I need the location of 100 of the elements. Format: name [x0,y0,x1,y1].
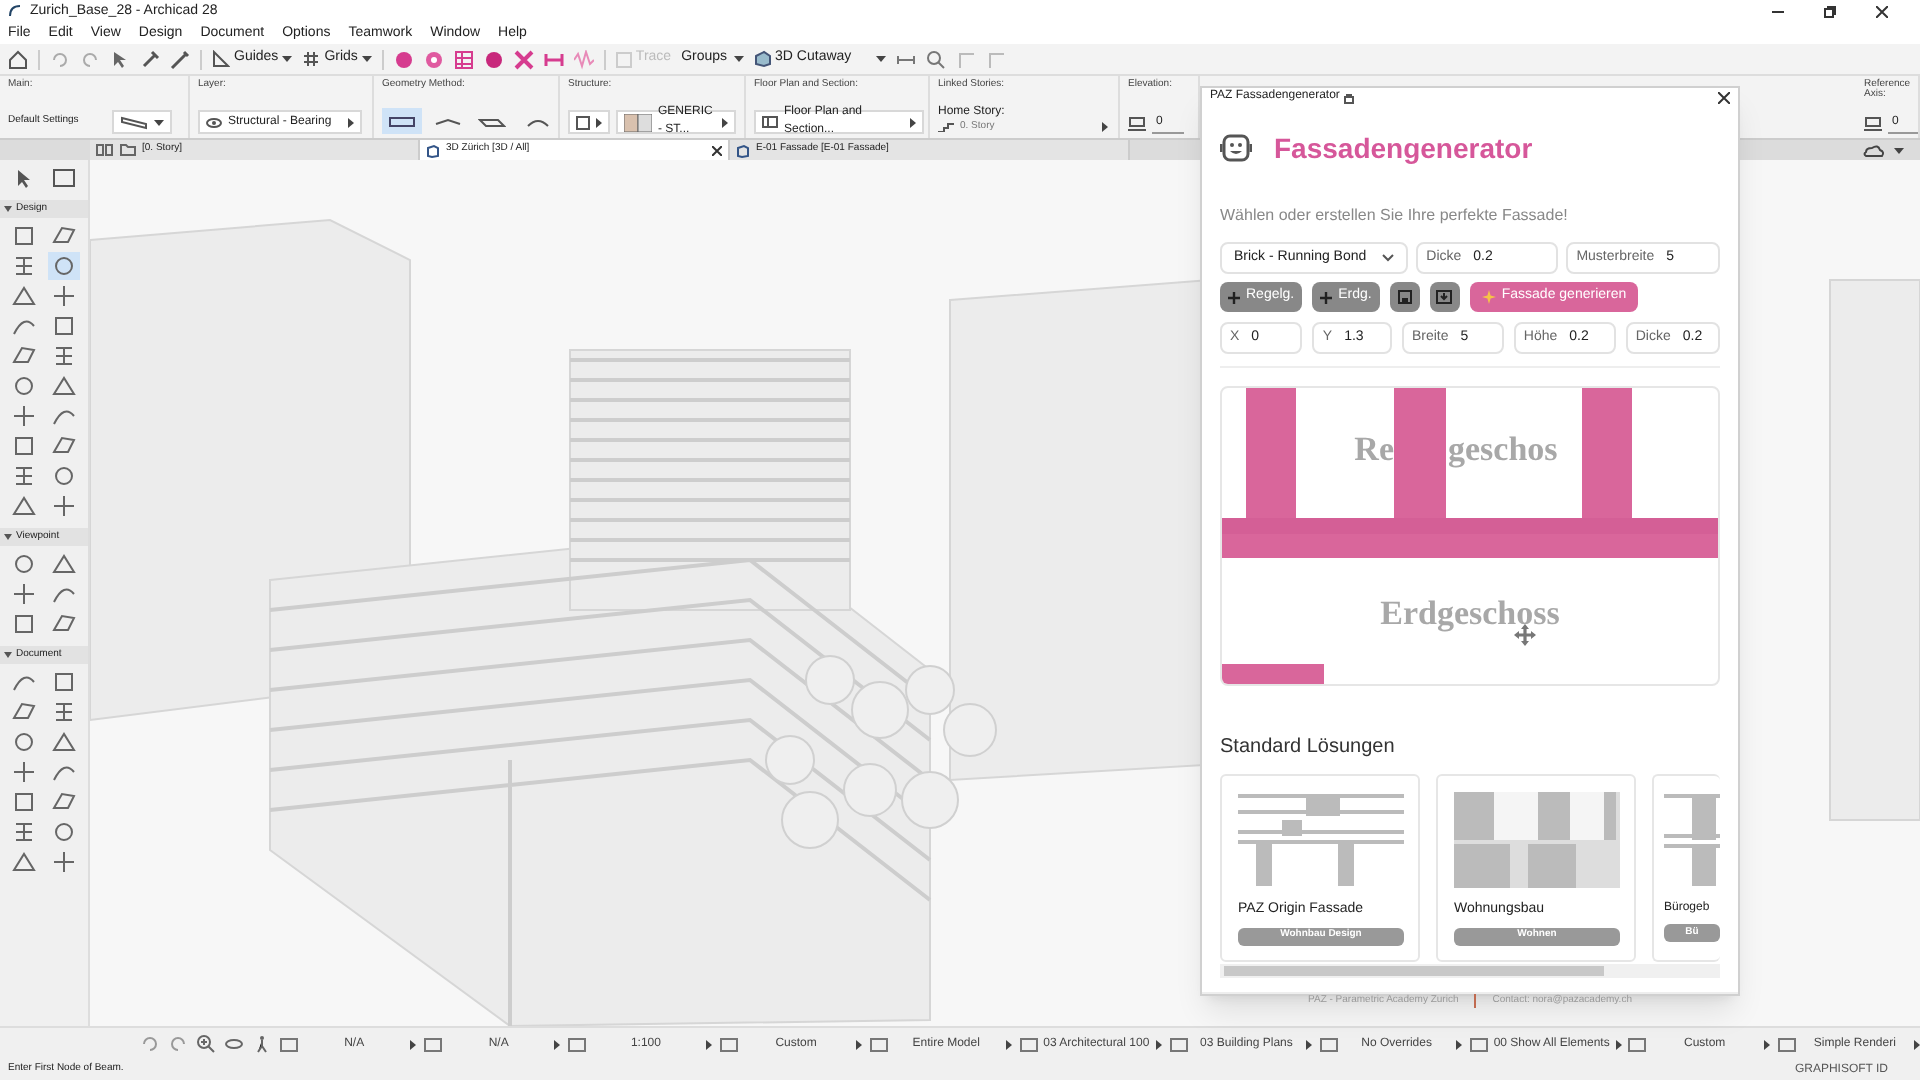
walk-icon[interactable] [252,1034,272,1054]
tool-icon [52,344,76,368]
stair-icon [938,121,954,132]
tool-button[interactable] [48,164,80,192]
close-icon[interactable] [712,145,722,155]
status-option-icon [1627,1037,1646,1051]
ruler-triangle-icon [212,50,230,68]
tool-icon [12,374,36,398]
chevron-down-icon [1382,254,1395,262]
status-option-icon [280,1037,298,1051]
beam-dropdown[interactable] [112,110,172,134]
status-option-icon [424,1037,443,1051]
section-heading: Standard Lösungen [1220,736,1395,758]
cloud-icon[interactable] [1862,143,1886,157]
tool-button[interactable] [8,848,40,876]
checkbox-icon [615,51,632,67]
robot-face-icon [1220,132,1252,164]
status-option-icon [568,1037,587,1051]
orbit-icon[interactable] [224,1034,244,1054]
caret-icon [1305,1039,1312,1049]
tool-button[interactable] [8,580,40,608]
tool-icon [52,700,76,724]
tool-button[interactable] [48,848,80,876]
sphere-icon[interactable] [393,49,414,69]
facade-column [1582,388,1632,518]
caret-icon [855,1039,862,1049]
zoom-icon[interactable] [925,49,946,69]
tool-icon [12,730,36,754]
beam-shape-icon [524,115,553,127]
sparkle-icon [1481,290,1496,304]
tool-icon [12,582,36,606]
floor-label: Erdgeschoss [1378,596,1562,630]
caret-icon [1615,1039,1622,1049]
tool-icon [52,760,76,784]
target-icon[interactable] [423,49,444,69]
arrow-pointer-icon [14,168,34,188]
triangle-down-icon [4,206,12,212]
tool-button[interactable] [8,758,40,786]
tool-button[interactable] [8,492,40,520]
structure-type-dropdown[interactable] [568,110,610,134]
tool-icon [12,464,36,488]
cube-outline-icon [426,143,440,157]
tool-icon [52,314,76,338]
caret-icon [733,56,744,62]
caret-icon [596,117,602,127]
close-icon[interactable] [1876,5,1888,17]
facade-base-bar [1222,664,1324,684]
status-option-icon [1469,1037,1488,1051]
status-option-icon [869,1037,888,1051]
tool-icon [12,850,36,874]
plan-icon [762,116,778,128]
tool-button[interactable] [48,728,80,756]
geometry-method-button[interactable] [382,108,422,134]
bracket-icon[interactable] [543,49,564,69]
tool-button[interactable] [48,550,80,578]
status-option-icon [719,1037,737,1051]
app-heading: Fassadengenerator [1274,134,1533,162]
home-icon[interactable] [8,49,28,69]
tool-button[interactable] [8,282,40,310]
triangle-down-icon [4,534,12,540]
caret-icon [722,117,728,127]
caret-icon [348,117,354,127]
minimize-icon[interactable] [1772,5,1784,17]
grid-icon[interactable] [453,49,474,69]
tool-icon [12,670,36,694]
save-button[interactable] [1389,282,1420,312]
close-icon[interactable] [1718,91,1730,103]
tool-button[interactable] [48,282,80,310]
triangle-down-icon [4,652,12,658]
beam-shape-icon [387,115,416,127]
cross-icon[interactable] [513,49,534,69]
horizontal-scrollbar[interactable] [1220,964,1720,978]
tool-icon [12,404,36,428]
restore-icon[interactable] [1824,5,1836,17]
tool-button[interactable] [8,402,40,430]
tool-icon [52,254,76,278]
caret-icon [154,119,164,125]
caret-icon [410,1039,417,1049]
caret-icon [910,117,916,127]
tool-icon [52,284,76,308]
plus-icon [1320,291,1333,303]
import-button[interactable] [1429,282,1460,312]
tool-button[interactable] [48,252,80,280]
square-icon [576,115,590,129]
tool-icon [52,404,76,428]
tool-icon [52,464,76,488]
tool-button[interactable] [48,492,80,520]
tool-icon [12,254,36,278]
facade-column [1246,388,1296,518]
status-option-icon [1319,1037,1338,1051]
tool-button[interactable] [48,372,80,400]
cursor-icon[interactable] [110,49,130,69]
caret-icon [361,56,372,62]
tool-icon [52,434,76,458]
eye-icon [206,117,222,127]
pie-icon[interactable] [483,49,504,69]
tool-icon [52,552,76,576]
zoom-in-icon[interactable] [196,1034,216,1054]
eyedropper-icon[interactable] [140,49,160,69]
tool-icon [12,344,36,368]
